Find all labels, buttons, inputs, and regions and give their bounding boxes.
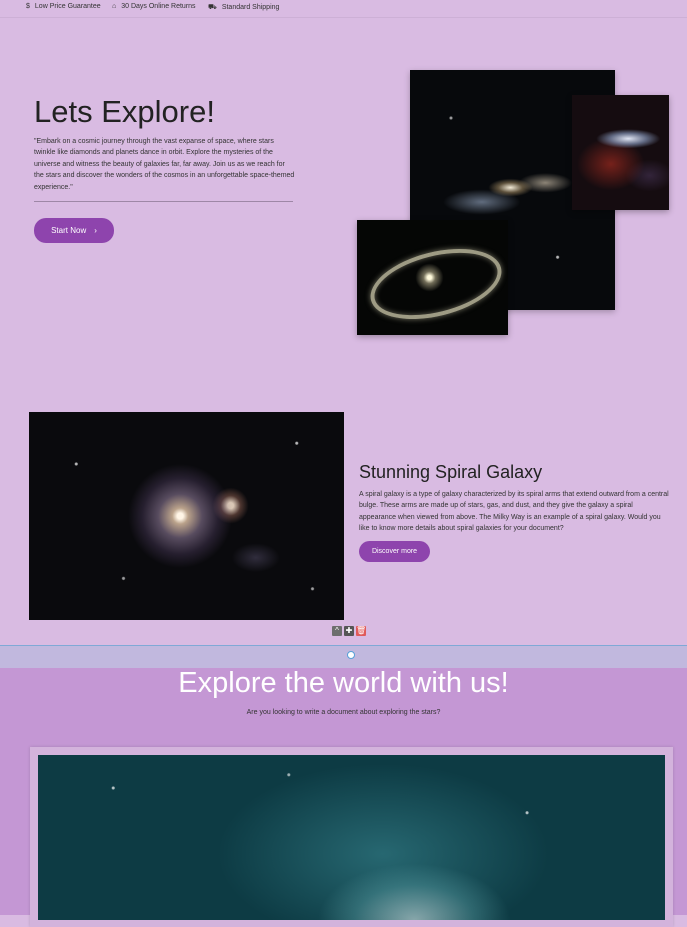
galaxy-description: A spiral galaxy is a type of galaxy char… xyxy=(359,491,669,532)
hero-divider xyxy=(34,201,293,202)
discover-more-label: Discover more xyxy=(371,548,418,555)
move-up-icon[interactable]: ^ xyxy=(332,626,342,636)
ring-galaxy-image[interactable] xyxy=(357,220,508,335)
spiral-galaxy-image[interactable] xyxy=(29,412,344,620)
block-toolbar: ^ ✚ 🗑 xyxy=(332,626,366,636)
chevron-right-icon: › xyxy=(94,226,97,235)
delete-icon[interactable]: 🗑 xyxy=(356,626,366,636)
start-now-label: Start Now xyxy=(51,226,87,235)
block-drop-zone[interactable] xyxy=(0,645,687,669)
drag-move-icon[interactable]: ✚ xyxy=(344,626,354,636)
start-now-button[interactable]: Start Now › xyxy=(34,218,114,243)
dollar-icon: $ xyxy=(26,3,30,10)
returns-label: 30 Days Online Returns xyxy=(121,3,196,10)
starfield-image[interactable] xyxy=(38,755,665,920)
discover-more-button[interactable]: Discover more xyxy=(359,541,430,562)
returns-item: ⌂ 30 Days Online Returns xyxy=(112,3,196,10)
low-price-item: $ Low Price Guarantee xyxy=(26,3,101,10)
shipping-item: ⛟ Standard Shipping xyxy=(208,3,279,12)
shipping-label: Standard Shipping xyxy=(221,4,280,11)
truck-icon: ⛟ xyxy=(208,4,217,11)
top-info-bar: $ Low Price Guarantee ⌂ 30 Days Online R… xyxy=(0,0,687,18)
hero-title: Lets Explore! xyxy=(34,94,215,129)
galaxy-ring xyxy=(363,236,508,332)
hero-description: "Embark on a cosmic journey through the … xyxy=(34,138,295,191)
starburst-galaxy-image[interactable] xyxy=(572,95,669,210)
explore-subtitle: Are you looking to write a document abou… xyxy=(246,709,441,716)
galaxy-title: Stunning Spiral Galaxy xyxy=(359,462,543,482)
drop-handle-icon[interactable] xyxy=(347,651,355,659)
explore-title: Explore the world with us! xyxy=(178,667,509,699)
low-price-label: Low Price Guarantee xyxy=(34,3,101,10)
store-icon: ⌂ xyxy=(112,3,117,10)
